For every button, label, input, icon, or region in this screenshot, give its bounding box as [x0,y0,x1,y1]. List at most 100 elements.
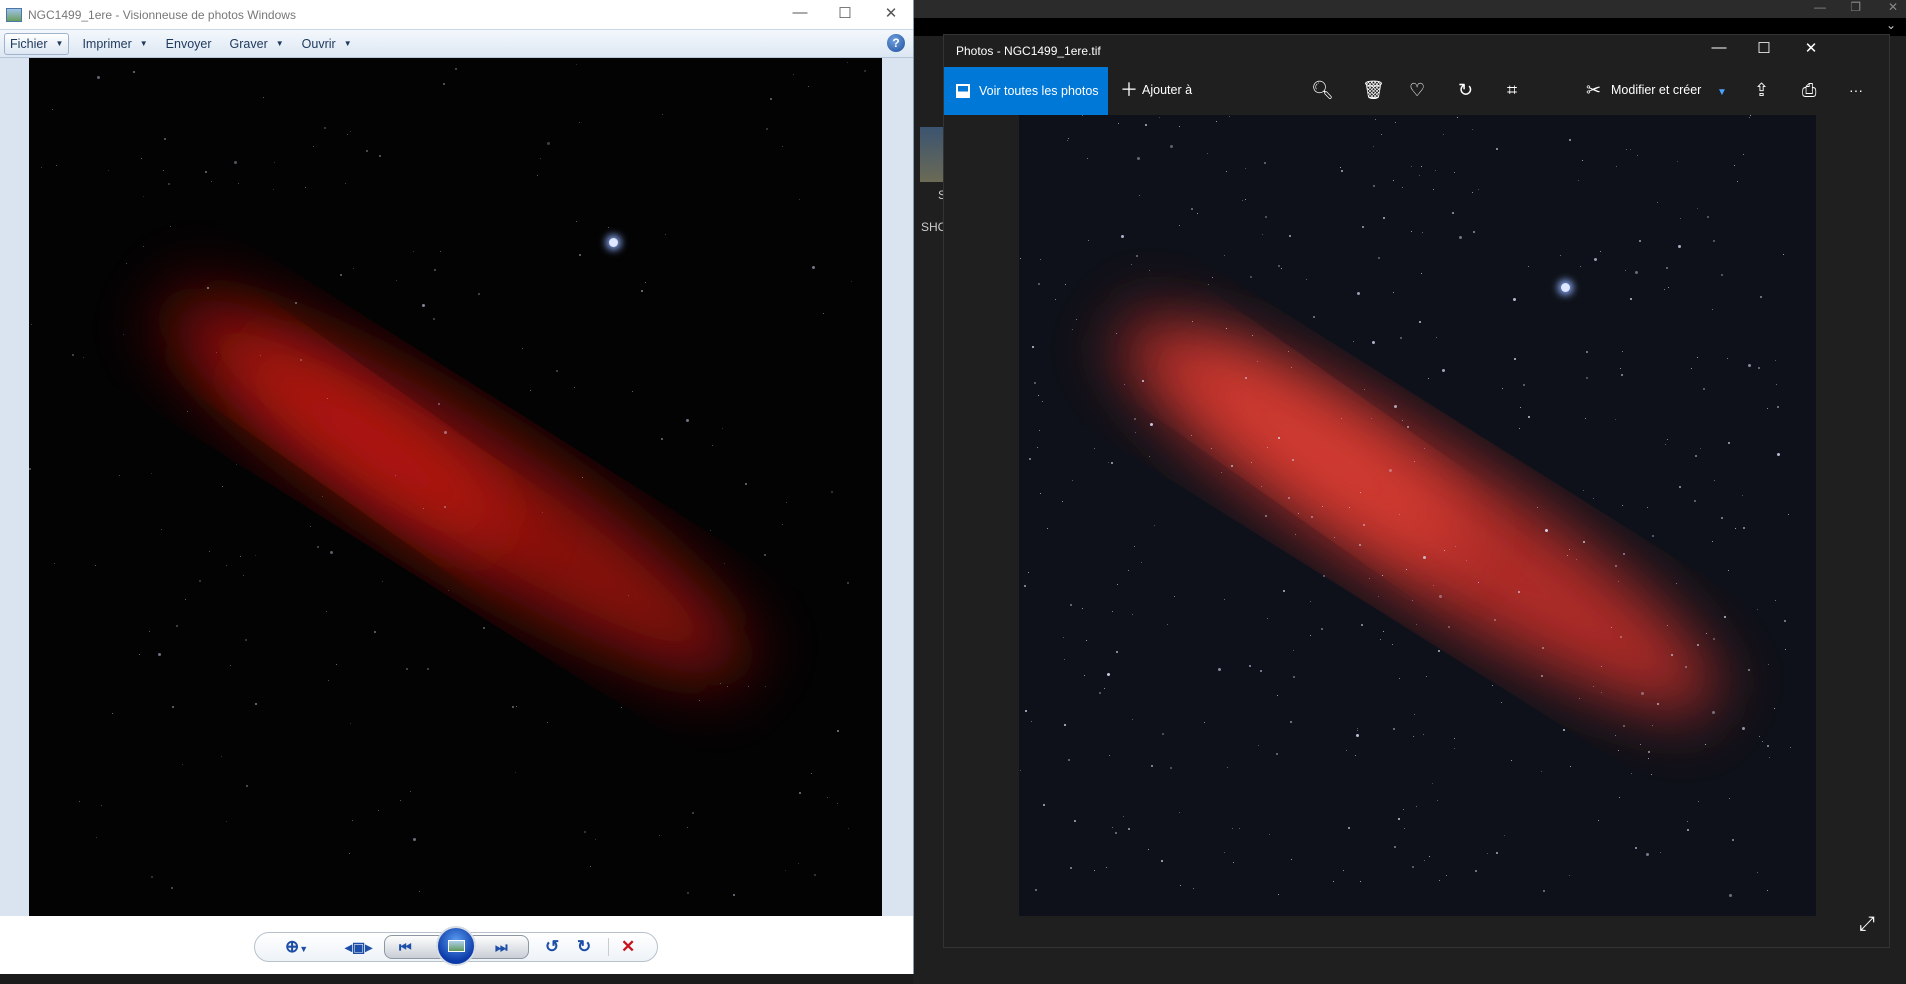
star [1377,595,1379,597]
star [1111,610,1113,612]
bg-close-icon[interactable]: ✕ [1888,0,1898,14]
star [94,565,96,567]
star [244,638,247,641]
star [95,836,97,838]
minimize-button[interactable]: — [1699,39,1739,56]
close-button[interactable]: ✕ [876,4,906,22]
chevron-down-icon[interactable]: ▼ [1717,85,1727,100]
menu-ouvrir[interactable]: Ouvrir ▼ [297,34,357,54]
star [1231,464,1234,467]
maximize-button[interactable]: ☐ [1744,39,1784,57]
chevron-down-icon[interactable]: ⌄ [1886,18,1896,32]
star [1375,118,1377,120]
crop-icon[interactable]: ⌗ [1507,79,1517,101]
rotate-right-icon[interactable]: ↻ [577,937,591,957]
share-icon[interactable]: ⇪ [1754,79,1769,101]
star [1278,893,1280,895]
minimize-button[interactable]: — [785,4,815,21]
previous-button[interactable]: ⏮ [399,937,412,957]
add-icon[interactable]: ＋ [1120,79,1138,101]
add-to-button[interactable]: Ajouter à [1142,83,1192,98]
dropdown-arrow-icon: ▼ [275,39,284,48]
star [1720,517,1723,520]
favorite-icon[interactable]: ♡ [1409,79,1425,101]
dropdown-arrow-icon: ▼ [139,39,148,48]
zoom-icon[interactable]: 🔍︎ [1311,79,1334,101]
star [259,354,261,356]
actual-size-icon[interactable]: ◂▣▸ [345,937,372,957]
star [1259,670,1262,673]
star [309,525,311,527]
fullscreen-icon[interactable]: ⤢ [1859,913,1875,935]
star [1491,684,1493,686]
star [1345,750,1347,751]
star [1438,649,1441,652]
see-all-photos-button[interactable]: Voir toutes les photos [944,67,1108,115]
star [1355,754,1357,756]
button-label: Voir toutes les photos [979,84,1099,98]
star [1512,297,1516,301]
rotate-icon[interactable]: ↻ [1458,79,1473,101]
star [1757,366,1760,369]
star [339,273,342,276]
star [1412,735,1414,737]
star [1775,599,1777,601]
star [1379,638,1381,640]
title-bar: NGC1499_1ere - Visionneuse de photos Win… [0,0,913,29]
star [1776,452,1780,456]
photos-window: Photos - NGC1499_1ere.tif — ☐ ✕ Voir tou… [943,34,1890,948]
edit-create-button[interactable]: Modifier et créer [1611,83,1701,98]
star [1266,446,1268,448]
help-icon[interactable]: ? [887,34,905,52]
delete-icon[interactable]: ✕ [621,937,635,957]
maximize-button[interactable]: ☐ [830,4,860,22]
star [1453,737,1455,739]
star [826,796,828,798]
close-button[interactable]: ✕ [1791,39,1831,57]
menu-envoyer[interactable]: Envoyer [161,34,217,54]
star [1471,128,1473,130]
star [589,865,591,867]
delete-icon[interactable]: 🗑︎ [1362,79,1385,101]
star [316,545,319,548]
star [719,682,721,684]
star [578,253,581,256]
nebula-photo [1019,115,1816,916]
star [245,784,248,787]
star [1131,718,1133,720]
zoom-icon[interactable]: ⊕▼ [285,937,308,959]
star [1519,427,1520,429]
star [1399,677,1401,679]
star [1466,559,1468,561]
star [163,137,166,140]
star [349,722,351,724]
bg-restore-icon[interactable]: ❐ [1850,0,1861,14]
next-button[interactable]: ⏭ [495,937,508,957]
star [1584,417,1586,419]
star [1634,846,1637,849]
star [199,579,202,582]
bg-minimize-icon[interactable]: — [1814,0,1826,14]
star [1141,561,1143,563]
print-icon[interactable]: ⎙ [1802,79,1816,101]
menu-fichier[interactable]: Fichier ▼ [4,32,70,55]
edit-icon[interactable]: ✂ [1586,79,1601,101]
slideshow-button[interactable] [436,926,476,966]
dropdown-arrow-icon: ▼ [343,39,352,48]
star [30,323,32,325]
more-icon[interactable]: ··· [1849,79,1863,101]
star [764,685,766,687]
rotate-left-icon[interactable]: ↺ [545,937,559,957]
star [1581,159,1583,161]
star [1268,833,1270,835]
star [1634,270,1638,274]
menu-graver[interactable]: Graver ▼ [225,34,289,54]
star [1656,702,1659,705]
background-thumbnail[interactable] [920,127,943,182]
menu-imprimer[interactable]: Imprimer ▼ [77,34,152,54]
star [1541,646,1544,649]
star [556,369,559,372]
star [1041,401,1043,403]
star [175,624,178,627]
star [1629,148,1631,150]
